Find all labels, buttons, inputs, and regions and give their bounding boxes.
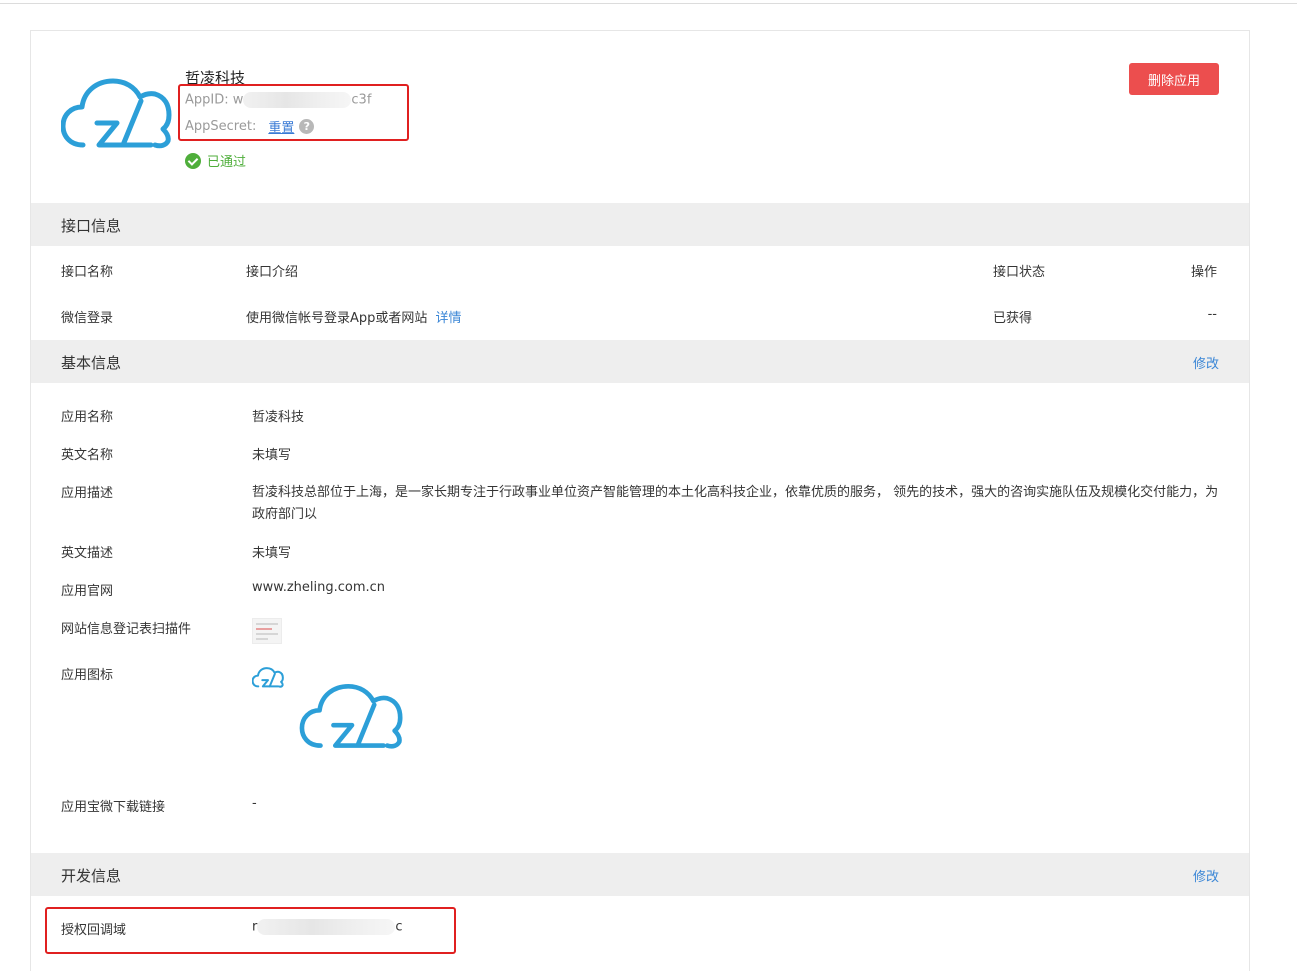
col-header-status: 接口状态 (993, 265, 1046, 280)
field-value-desc: 哲凌科技总部位于上海，是一家长期专注于行政事业单位资产智能管理的本土化高科技企业… (252, 485, 1219, 522)
zl-cloud-logo-icon[interactable] (252, 665, 284, 689)
api-row-status: 已获得 (993, 311, 1033, 326)
app-detail-card: 哲凌科技 AppID: w c3f AppSecret: 重置 ? 已通过 删除应… (30, 30, 1250, 971)
field-label-scan: 网站信息登记表扫描件 (61, 622, 192, 637)
check-circle-icon (185, 152, 201, 169)
field-label-download: 应用宝微下载链接 (61, 800, 166, 815)
field-label-app-name: 应用名称 (61, 410, 114, 425)
col-header-intro: 接口介绍 (246, 265, 299, 280)
api-section-title: 接口信息 (61, 217, 122, 235)
field-value-website: www.zheling.com.cn (252, 580, 386, 595)
zl-cloud-logo-icon (61, 78, 172, 149)
field-label-website: 应用官网 (61, 584, 114, 599)
api-row-intro: 使用微信帐号登录App或者网站 详情 (246, 307, 462, 326)
delete-app-button[interactable]: 删除应用 (1129, 63, 1219, 95)
col-header-name: 接口名称 (61, 265, 114, 280)
basic-edit-link[interactable]: 修改 (1193, 353, 1219, 372)
api-section-header: 接口信息 (31, 203, 1249, 246)
dev-section-title: 开发信息 (61, 867, 122, 885)
api-row-name: 微信登录 (61, 311, 114, 326)
dev-section-header: 开发信息 修改 (31, 853, 1249, 896)
field-value-en-name: 未填写 (252, 448, 292, 463)
api-row-intro-text: 使用微信帐号登录App或者网站 (246, 311, 428, 326)
field-label-en-desc: 英文描述 (61, 546, 114, 561)
field-label-icon: 应用图标 (61, 668, 114, 683)
col-header-action: 操作 (1190, 265, 1217, 280)
zl-cloud-logo-icon (299, 683, 403, 749)
api-row-action: -- (1207, 307, 1217, 322)
basic-section-title: 基本信息 (61, 354, 122, 372)
field-value-download: - (252, 796, 257, 811)
highlight-box-callback (45, 907, 456, 954)
basic-section-header: 基本信息 修改 (31, 340, 1249, 383)
api-detail-link[interactable]: 详情 (436, 311, 462, 326)
field-value-en-desc: 未填写 (252, 546, 292, 561)
dev-edit-link[interactable]: 修改 (1193, 866, 1219, 885)
field-label-en-name: 英文名称 (61, 448, 114, 463)
field-label-desc: 应用描述 (61, 486, 114, 501)
highlight-box-credentials (178, 84, 409, 141)
top-divider (0, 3, 1297, 4)
scan-thumbnail-icon[interactable] (252, 618, 282, 644)
status-badge: 已通过 (185, 151, 246, 170)
field-value-app-name: 哲凌科技 (252, 410, 305, 425)
status-text: 已通过 (207, 155, 247, 170)
